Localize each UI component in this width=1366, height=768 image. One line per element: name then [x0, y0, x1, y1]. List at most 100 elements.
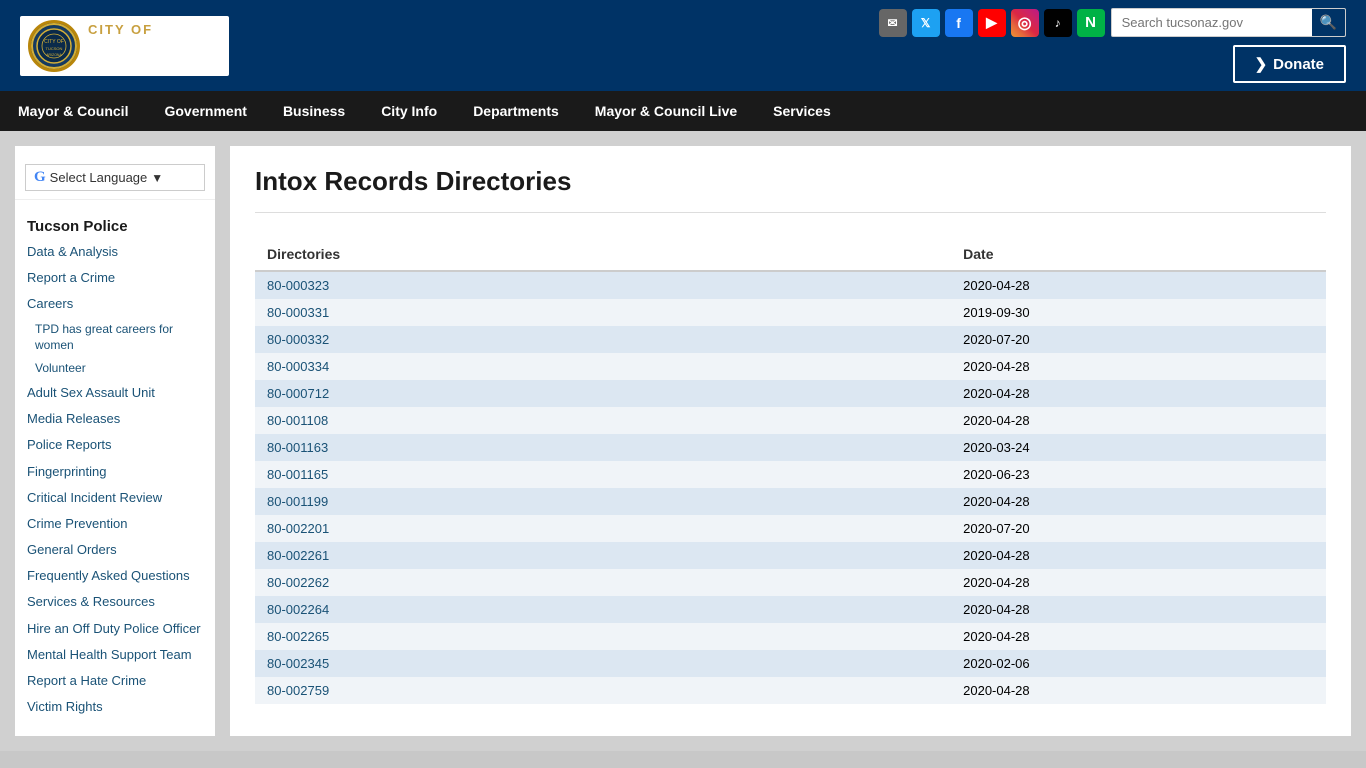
dir-date: 2020-04-28 [951, 569, 1326, 596]
header-left: CITY OF TUCSON ARIZONA CITY OF TUCSON [20, 16, 229, 76]
sidebar-link-frequently-asked-questions[interactable]: Frequently Asked Questions [15, 563, 215, 589]
dir-date: 2020-03-24 [951, 434, 1326, 461]
nav-item-business[interactable]: Business [265, 91, 363, 131]
dir-link-80-001108[interactable]: 80-001108 [267, 413, 328, 428]
language-selector[interactable]: G Select Language ▼ [15, 156, 215, 200]
dir-date: 2020-07-20 [951, 515, 1326, 542]
sidebar-link-mental-health-support-team[interactable]: Mental Health Support Team [15, 642, 215, 668]
page-title: Intox Records Directories [255, 166, 1326, 213]
dir-link-80-002759[interactable]: 80-002759 [267, 683, 329, 698]
nav-item-city-info[interactable]: City Info [363, 91, 455, 131]
tiktok-icon[interactable]: ♪ [1044, 9, 1072, 37]
dir-date: 2020-04-28 [951, 542, 1326, 569]
dir-date: 2020-07-20 [951, 326, 1326, 353]
dir-link-80-002201[interactable]: 80-002201 [267, 521, 329, 536]
sidebar-link-tpd-has-great-careers-for-women[interactable]: TPD has great careers for women [15, 318, 215, 358]
donate-button[interactable]: ❯ Donate [1233, 45, 1346, 83]
dir-date: 2020-02-06 [951, 650, 1326, 677]
sidebar-link-hire-an-off-duty-police-officer[interactable]: Hire an Off Duty Police Officer [15, 616, 215, 642]
nav-item-services[interactable]: Services [755, 91, 849, 131]
nextdoor-icon[interactable]: N [1077, 9, 1105, 37]
email-icon[interactable]: ✉ [879, 9, 907, 37]
sidebar-link-adult-sex-assault-unit[interactable]: Adult Sex Assault Unit [15, 380, 215, 406]
sidebar-link-crime-prevention[interactable]: Crime Prevention [15, 511, 215, 537]
lang-arrow-icon: ▼ [151, 171, 163, 185]
twitter-icon[interactable]: 𝕏 [912, 9, 940, 37]
main-nav: Mayor & Council Government Business City… [0, 91, 1366, 131]
sidebar-link-report-a-crime[interactable]: Report a Crime [15, 265, 215, 291]
sidebar-link-report-a-hate-crime[interactable]: Report a Hate Crime [15, 668, 215, 694]
dir-link-80-000334[interactable]: 80-000334 [267, 359, 329, 374]
dir-date: 2020-04-28 [951, 353, 1326, 380]
sidebar-link-victim-rights[interactable]: Victim Rights [15, 694, 215, 720]
dir-date: 2020-04-28 [951, 677, 1326, 704]
facebook-icon[interactable]: f [945, 9, 973, 37]
table-row: 80-001163 2020-03-24 [255, 434, 1326, 461]
sidebar-link-fingerprinting[interactable]: Fingerprinting [15, 459, 215, 485]
nav-item-government[interactable]: Government [146, 91, 264, 131]
sidebar-section-title: Tucson Police [15, 210, 215, 239]
sidebar-link-careers[interactable]: Careers [15, 291, 215, 317]
dir-link-80-001163[interactable]: 80-001163 [267, 440, 328, 455]
dir-date: 2020-04-28 [951, 596, 1326, 623]
lang-label: Select Language [50, 170, 148, 185]
social-search-bar: ✉ 𝕏 f ▶ ◎ ♪ N 🔍 [879, 8, 1346, 37]
sidebar-link-volunteer[interactable]: Volunteer [15, 357, 215, 380]
table-row: 80-002201 2020-07-20 [255, 515, 1326, 542]
table-row: 80-000323 2020-04-28 [255, 271, 1326, 299]
logo-box: CITY OF TUCSON ARIZONA CITY OF TUCSON [20, 16, 229, 76]
sidebar-link-services--resources[interactable]: Services & Resources [15, 589, 215, 615]
table-row: 80-002759 2020-04-28 [255, 677, 1326, 704]
nav-item-mayor-council-live[interactable]: Mayor & Council Live [577, 91, 755, 131]
table-row: 80-001199 2020-04-28 [255, 488, 1326, 515]
sidebar-link-data--analysis[interactable]: Data & Analysis [15, 239, 215, 265]
header-right: ✉ 𝕏 f ▶ ◎ ♪ N 🔍 ❯ Donate [879, 8, 1346, 83]
instagram-icon[interactable]: ◎ [1011, 9, 1039, 37]
table-row: 80-000334 2020-04-28 [255, 353, 1326, 380]
youtube-icon[interactable]: ▶ [978, 9, 1006, 37]
dir-date: 2019-09-30 [951, 299, 1326, 326]
dir-date: 2020-04-28 [951, 271, 1326, 299]
dir-link-80-000712[interactable]: 80-000712 [267, 386, 329, 401]
directories-table: Directories Date 80-0003232020-04-2880-0… [255, 238, 1326, 704]
table-row: 80-000331 2019-09-30 [255, 299, 1326, 326]
dir-link-80-000331[interactable]: 80-000331 [267, 305, 329, 320]
dir-link-80-000323[interactable]: 80-000323 [267, 278, 329, 293]
sidebar-link-police-reports[interactable]: Police Reports [15, 432, 215, 458]
svg-text:ARIZONA: ARIZONA [46, 53, 62, 57]
dir-link-80-001199[interactable]: 80-001199 [267, 494, 328, 509]
dir-link-80-002265[interactable]: 80-002265 [267, 629, 329, 644]
tucson-label: TUCSON [88, 37, 221, 69]
search-input[interactable] [1112, 10, 1312, 35]
social-icons: ✉ 𝕏 f ▶ ◎ ♪ N [879, 9, 1105, 37]
search-button[interactable]: 🔍 [1312, 9, 1345, 36]
dir-link-80-002345[interactable]: 80-002345 [267, 656, 329, 671]
sidebar-link-critical-incident-review[interactable]: Critical Incident Review [15, 485, 215, 511]
sidebar-link-media-releases[interactable]: Media Releases [15, 406, 215, 432]
donate-row: ❯ Donate [1233, 45, 1346, 83]
sidebar-link-general-orders[interactable]: General Orders [15, 537, 215, 563]
dir-link-80-002264[interactable]: 80-002264 [267, 602, 329, 617]
dir-link-80-002262[interactable]: 80-002262 [267, 575, 329, 590]
dir-date: 2020-04-28 [951, 488, 1326, 515]
table-row: 80-002345 2020-02-06 [255, 650, 1326, 677]
site-header: CITY OF TUCSON ARIZONA CITY OF TUCSON ✉ … [0, 0, 1366, 91]
dir-link-80-000332[interactable]: 80-000332 [267, 332, 329, 347]
table-body: 80-0003232020-04-2880-0003312019-09-3080… [255, 271, 1326, 704]
table-row: 80-0022652020-04-28 [255, 623, 1326, 650]
table-row: 80-0007122020-04-28 [255, 380, 1326, 407]
main-wrapper: G Select Language ▼ Tucson Police Data &… [0, 131, 1366, 751]
google-g-icon: G [34, 169, 46, 186]
nav-item-departments[interactable]: Departments [455, 91, 577, 131]
table-row: 80-0011082020-04-28 [255, 407, 1326, 434]
sidebar-links: Data & AnalysisReport a CrimeCareersTPD … [15, 239, 215, 720]
dir-date: 2020-06-23 [951, 461, 1326, 488]
logo-text: CITY OF TUCSON [88, 22, 221, 69]
col-header-directories: Directories [255, 238, 951, 271]
nav-item-mayor-council[interactable]: Mayor & Council [0, 91, 146, 131]
table-row: 80-000332 2020-07-20 [255, 326, 1326, 353]
table-row: 80-002262 2020-04-28 [255, 569, 1326, 596]
dir-link-80-002261[interactable]: 80-002261 [267, 548, 329, 563]
dir-link-80-001165[interactable]: 80-001165 [267, 467, 328, 482]
lang-box[interactable]: G Select Language ▼ [25, 164, 205, 191]
